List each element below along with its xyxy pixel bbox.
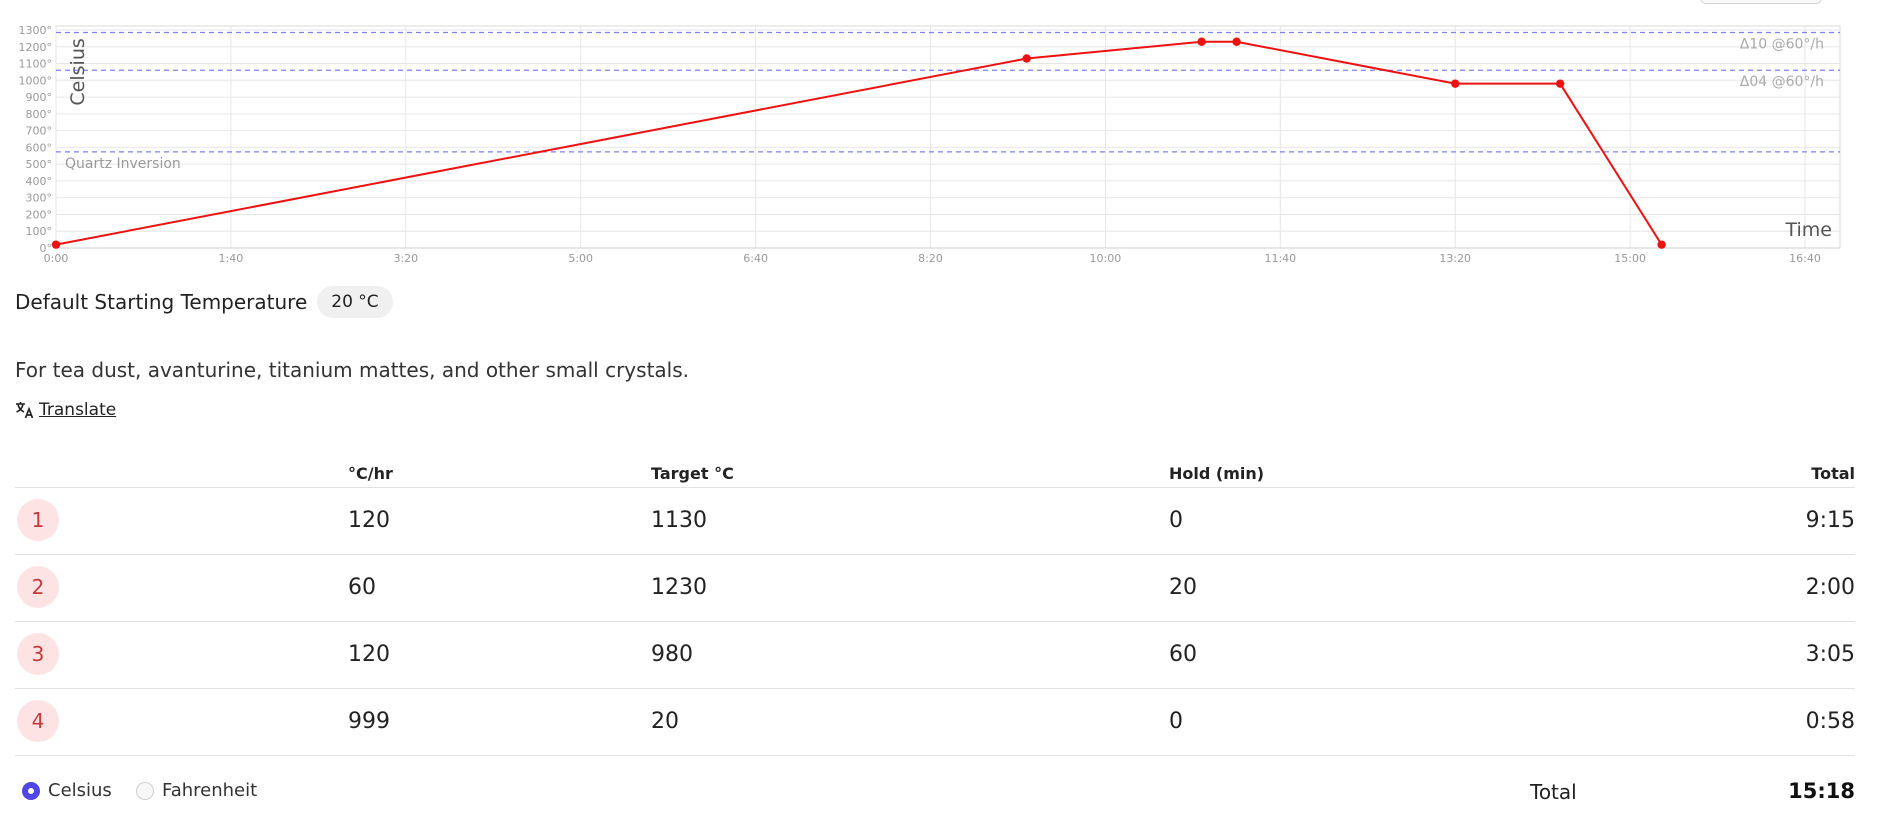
- x-axis-label: Time: [1785, 219, 1833, 241]
- start-temp-value[interactable]: 20 °C: [317, 286, 393, 318]
- y-tick-label: 1000°: [19, 74, 53, 87]
- data-point: [51, 240, 61, 249]
- translate-link[interactable]: Translate: [15, 400, 116, 420]
- translate-label: Translate: [39, 400, 117, 420]
- y-tick-label: 500°: [26, 158, 53, 171]
- start-temp-label: Default Starting Temperature: [15, 290, 308, 314]
- x-tick-label: 0:00: [44, 252, 69, 265]
- default-start-temp: Default Starting Temperature 20 °C: [15, 286, 393, 318]
- firing-chart: 0°100°200°300°400°500°600°700°800°900°10…: [19, 24, 1841, 265]
- segment-total: 9:15: [1805, 508, 1855, 533]
- reference-annotation: Δ10 @60°/h: [1740, 37, 1824, 53]
- target-cell[interactable]: 20: [651, 709, 679, 734]
- segment-total: 0:58: [1805, 709, 1855, 734]
- y-tick-label: 700°: [26, 125, 53, 138]
- target-cell[interactable]: 1130: [651, 508, 707, 533]
- segments-table: °C/hr Target °C Hold (min) Total 1 120 1…: [15, 462, 1855, 756]
- header-rate: °C/hr: [348, 464, 393, 483]
- total-label: Total: [1530, 780, 1577, 804]
- segment-number: 4: [17, 700, 59, 742]
- y-tick-label: 900°: [26, 91, 53, 104]
- y-tick-label: 1300°: [19, 24, 53, 37]
- schedule-description: For tea dust, avanturine, titanium matte…: [15, 358, 689, 382]
- fahrenheit-radio[interactable]: Fahrenheit: [136, 780, 257, 801]
- data-point: [1555, 79, 1565, 88]
- x-tick-label: 1:40: [219, 252, 244, 265]
- x-tick-label: 15:00: [1614, 252, 1646, 265]
- x-tick-label: 10:00: [1090, 252, 1122, 265]
- segment-number: 3: [17, 633, 59, 675]
- translate-icon: [16, 402, 34, 419]
- rate-cell[interactable]: 120: [348, 642, 390, 667]
- x-tick-label: 11:40: [1264, 252, 1296, 265]
- table-row[interactable]: 3 120 980 60 3:05: [15, 622, 1855, 689]
- y-tick-label: 1100°: [19, 58, 53, 71]
- reference-annotation: Δ04 @60°/h: [1740, 74, 1824, 90]
- table-row[interactable]: 2 60 1230 20 2:00: [15, 555, 1855, 622]
- segment-number: 1: [17, 499, 59, 541]
- header-target: Target °C: [651, 464, 734, 483]
- rate-cell[interactable]: 60: [348, 575, 376, 600]
- y-tick-label: 300°: [26, 192, 53, 205]
- segment-total: 2:00: [1805, 575, 1855, 600]
- x-tick-label: 13:20: [1439, 252, 1471, 265]
- hold-cell[interactable]: 20: [1169, 575, 1197, 600]
- segment-total: 3:05: [1805, 642, 1855, 667]
- table-header: °C/hr Target °C Hold (min) Total: [15, 462, 1855, 488]
- data-point: [1657, 240, 1666, 249]
- x-tick-label: 5:00: [568, 252, 593, 265]
- total-value: 15:18: [1788, 779, 1855, 803]
- hold-cell[interactable]: 60: [1169, 642, 1197, 667]
- y-tick-label: 100°: [26, 225, 53, 238]
- x-tick-label: 3:20: [393, 252, 418, 265]
- target-cell[interactable]: 980: [651, 642, 693, 667]
- hold-cell[interactable]: 0: [1169, 508, 1183, 533]
- header-hold: Hold (min): [1169, 464, 1265, 483]
- data-point: [1022, 54, 1031, 63]
- y-tick-label: 800°: [26, 108, 53, 121]
- radio-selected-icon: [22, 781, 40, 800]
- y-tick-label: 200°: [26, 208, 53, 221]
- reference-line-label: Quartz Inversion: [65, 156, 181, 172]
- y-tick-label: 1200°: [19, 41, 53, 54]
- x-tick-label: 6:40: [743, 252, 768, 265]
- radio-unselected-icon: [136, 781, 154, 800]
- x-tick-label: 16:40: [1789, 252, 1821, 265]
- celsius-label: Celsius: [48, 780, 112, 801]
- table-footer: Celsius Fahrenheit Total 15:18: [15, 775, 1855, 811]
- table-row[interactable]: 1 120 1130 0 9:15: [15, 488, 1855, 555]
- y-axis-label: Celsius: [67, 38, 89, 105]
- rate-cell[interactable]: 999: [348, 709, 390, 734]
- header-total: Total: [1811, 464, 1855, 483]
- rate-cell[interactable]: 120: [348, 508, 390, 533]
- y-tick-label: 600°: [26, 141, 53, 154]
- data-point: [1451, 79, 1460, 88]
- data-point: [1232, 37, 1241, 46]
- hold-cell[interactable]: 0: [1169, 709, 1183, 734]
- y-tick-label: 400°: [26, 175, 53, 188]
- celsius-radio[interactable]: Celsius: [22, 780, 112, 801]
- segment-number: 2: [17, 566, 59, 608]
- table-row[interactable]: 4 999 20 0 0:58: [15, 689, 1855, 756]
- fahrenheit-label: Fahrenheit: [162, 780, 258, 801]
- x-tick-label: 8:20: [918, 252, 943, 265]
- target-cell[interactable]: 1230: [651, 575, 707, 600]
- data-point: [1197, 37, 1206, 46]
